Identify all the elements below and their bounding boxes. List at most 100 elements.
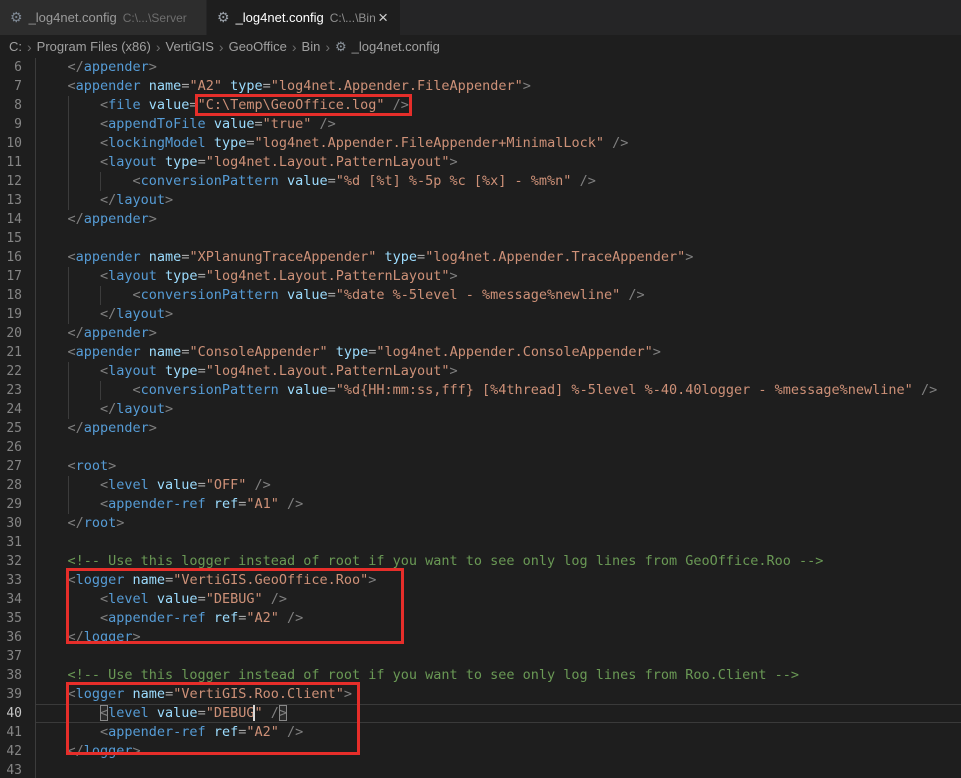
line-number[interactable]: 28 — [0, 476, 35, 495]
code-text: <level value="DEBUG" /> — [35, 590, 961, 609]
line-number[interactable]: 30 — [0, 514, 35, 533]
token: layout — [108, 268, 165, 284]
code-line-28[interactable]: 28<level value="OFF" /> — [0, 476, 961, 495]
code-line-14[interactable]: 14</appender> — [0, 210, 961, 229]
line-number[interactable]: 27 — [0, 457, 35, 476]
close-icon[interactable]: × — [376, 9, 390, 26]
line-number[interactable]: 21 — [0, 343, 35, 362]
code-line-36[interactable]: 36</logger> — [0, 628, 961, 647]
code-line-29[interactable]: 29<appender-ref ref="A1" /> — [0, 495, 961, 514]
line-number[interactable]: 8 — [0, 96, 35, 115]
line-number[interactable]: 39 — [0, 685, 35, 704]
line-number[interactable]: 20 — [0, 324, 35, 343]
line-number[interactable]: 16 — [0, 248, 35, 267]
code-line-26[interactable]: 26 — [0, 438, 961, 457]
code-line-10[interactable]: 10<lockingModel type="log4net.Appender.F… — [0, 134, 961, 153]
line-number[interactable]: 22 — [0, 362, 35, 381]
code-line-20[interactable]: 20</appender> — [0, 324, 961, 343]
line-number[interactable]: 31 — [0, 533, 35, 552]
code-line-8[interactable]: 8<file value="C:\Temp\GeoOffice.log" /> — [0, 96, 961, 115]
line-number[interactable]: 41 — [0, 723, 35, 742]
code-line-42[interactable]: 42</logger> — [0, 742, 961, 761]
line-number[interactable]: 15 — [0, 229, 35, 248]
line-number[interactable]: 34 — [0, 590, 35, 609]
line-number[interactable]: 7 — [0, 77, 35, 96]
token: < — [100, 496, 108, 512]
code-line-12[interactable]: 12<conversionPattern value="%d [%t] %-5p… — [0, 172, 961, 191]
code-line-11[interactable]: 11<layout type="log4net.Layout.PatternLa… — [0, 153, 961, 172]
line-number[interactable]: 25 — [0, 419, 35, 438]
line-number[interactable]: 38 — [0, 666, 35, 685]
token: = — [328, 173, 336, 189]
token: type — [336, 344, 369, 360]
code-line-32[interactable]: 32<!-- Use this logger instead of root i… — [0, 552, 961, 571]
code-line-35[interactable]: 35<appender-ref ref="A2" /> — [0, 609, 961, 628]
code-line-33[interactable]: 33<logger name="VertiGIS.GeoOffice.Roo"> — [0, 571, 961, 590]
code-line-37[interactable]: 37 — [0, 647, 961, 666]
breadcrumb-item-geooffice[interactable]: GeoOffice — [229, 39, 287, 54]
breadcrumb-item-program-files[interactable]: Program Files (x86) — [37, 39, 151, 54]
code-line-23[interactable]: 23<conversionPattern value="%d{HH:mm:ss,… — [0, 381, 961, 400]
line-number[interactable]: 26 — [0, 438, 35, 457]
line-number[interactable]: 36 — [0, 628, 35, 647]
code-line-18[interactable]: 18<conversionPattern value="%date %-5lev… — [0, 286, 961, 305]
line-number[interactable]: 12 — [0, 172, 35, 191]
code-line-22[interactable]: 22<layout type="log4net.Layout.PatternLa… — [0, 362, 961, 381]
code-line-6[interactable]: 6</appender> — [0, 58, 961, 77]
code-text: <level value="DEBUG" /> — [35, 704, 961, 723]
breadcrumb-item-drive[interactable]: C: — [9, 39, 22, 54]
line-number[interactable]: 14 — [0, 210, 35, 229]
code-line-39[interactable]: 39<logger name="VertiGIS.Roo.Client"> — [0, 685, 961, 704]
token: > — [149, 420, 157, 436]
line-number[interactable]: 24 — [0, 400, 35, 419]
breadcrumb-item-file[interactable]: ⚙ _log4net.config — [335, 39, 440, 55]
code-line-30[interactable]: 30</root> — [0, 514, 961, 533]
tab-log4net-bin[interactable]: ⚙ _log4net.config C:\...\Bin × — [207, 0, 400, 35]
line-number[interactable]: 32 — [0, 552, 35, 571]
code-line-15[interactable]: 15 — [0, 229, 961, 248]
line-number[interactable]: 13 — [0, 191, 35, 210]
code-line-31[interactable]: 31 — [0, 533, 961, 552]
line-number[interactable]: 29 — [0, 495, 35, 514]
code-line-25[interactable]: 25</appender> — [0, 419, 961, 438]
tab-log4net-server[interactable]: ⚙ _log4net.config C:\...\Server — [0, 0, 207, 35]
code-line-24[interactable]: 24</layout> — [0, 400, 961, 419]
code-line-9[interactable]: 9<appendToFile value="true" /> — [0, 115, 961, 134]
line-number[interactable]: 18 — [0, 286, 35, 305]
code-line-38[interactable]: 38<!-- Use this logger instead of root i… — [0, 666, 961, 685]
line-number[interactable]: 23 — [0, 381, 35, 400]
token: /> — [612, 135, 628, 151]
line-number[interactable]: 9 — [0, 115, 35, 134]
code-line-19[interactable]: 19</layout> — [0, 305, 961, 324]
code-editor[interactable]: 6</appender>7<appender name="A2" type="l… — [0, 58, 961, 778]
line-number[interactable]: 40 — [0, 704, 35, 723]
breadcrumb-item-vertigis[interactable]: VertiGIS — [165, 39, 213, 54]
code-line-34[interactable]: 34<level value="DEBUG" /> — [0, 590, 961, 609]
breadcrumb-item-bin[interactable]: Bin — [302, 39, 321, 54]
line-number[interactable]: 35 — [0, 609, 35, 628]
code-line-16[interactable]: 16<appender name="XPlanungTraceAppender"… — [0, 248, 961, 267]
token: layout — [116, 401, 165, 417]
line-number[interactable]: 10 — [0, 134, 35, 153]
code-line-27[interactable]: 27<root> — [0, 457, 961, 476]
code-text: <logger name="VertiGIS.Roo.Client"> — [35, 685, 961, 704]
code-line-13[interactable]: 13</layout> — [0, 191, 961, 210]
token: > — [116, 515, 124, 531]
line-number[interactable]: 19 — [0, 305, 35, 324]
line-number[interactable]: 43 — [0, 761, 35, 778]
line-number[interactable]: 6 — [0, 58, 35, 77]
code-text: </appender> — [35, 210, 961, 229]
line-number[interactable]: 11 — [0, 153, 35, 172]
token: < — [100, 610, 108, 626]
line-number[interactable]: 17 — [0, 267, 35, 286]
code-line-41[interactable]: 41<appender-ref ref="A2" /> — [0, 723, 961, 742]
code-line-40[interactable]: 40<level value="DEBUG" /> — [0, 704, 961, 723]
line-number[interactable]: 37 — [0, 647, 35, 666]
line-number[interactable]: 33 — [0, 571, 35, 590]
code-line-43[interactable]: 43 — [0, 761, 961, 778]
code-line-21[interactable]: 21<appender name="ConsoleAppender" type=… — [0, 343, 961, 362]
line-number[interactable]: 42 — [0, 742, 35, 761]
code-line-7[interactable]: 7<appender name="A2" type="log4net.Appen… — [0, 77, 961, 96]
token: </ — [68, 629, 84, 645]
code-line-17[interactable]: 17<layout type="log4net.Layout.PatternLa… — [0, 267, 961, 286]
